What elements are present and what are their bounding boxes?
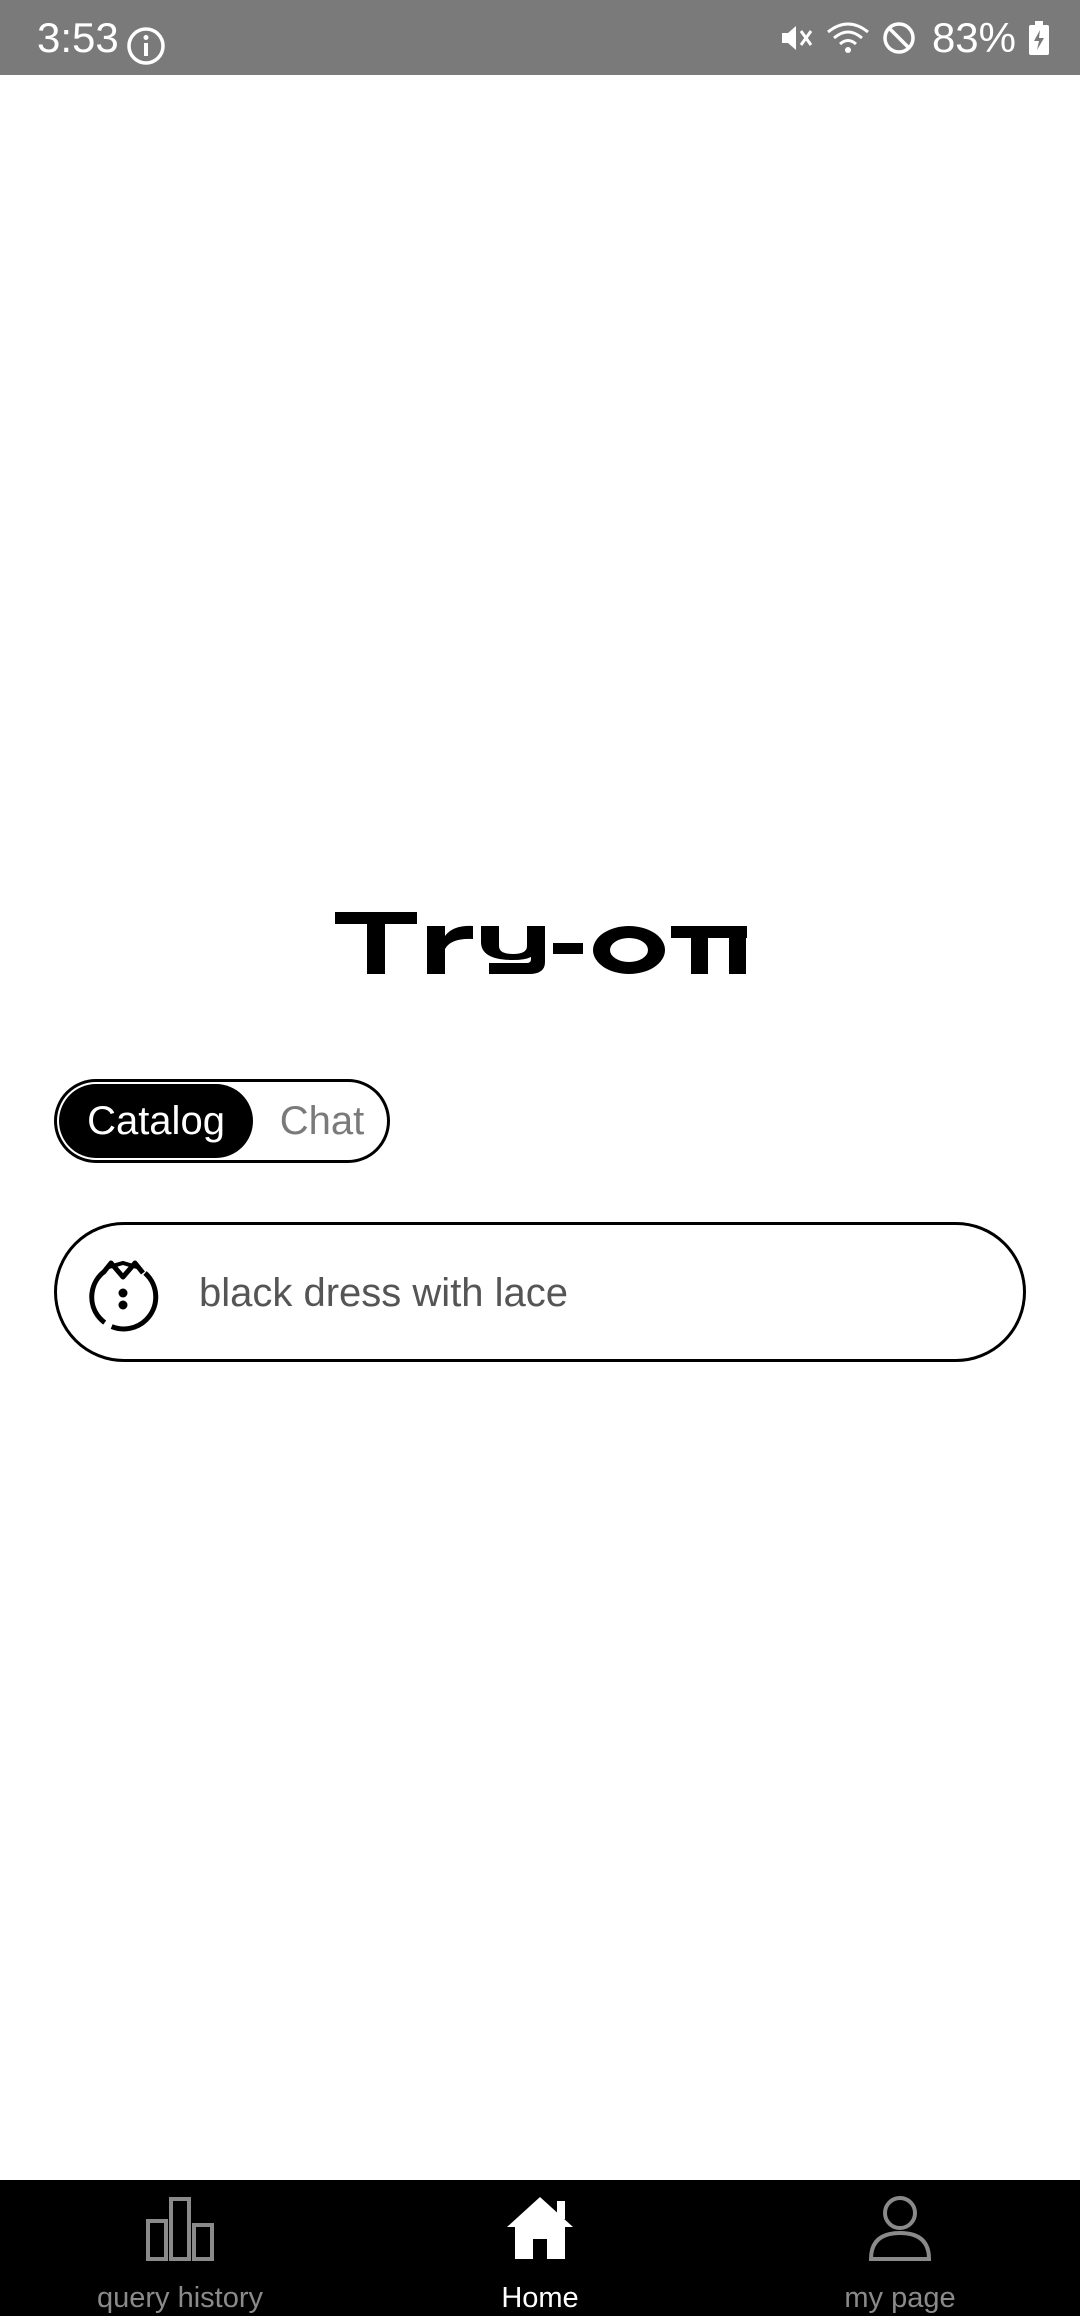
status-bar: 3:53 83% xyxy=(0,0,1080,75)
status-time: 3:53 xyxy=(37,14,119,61)
nav-label-home: Home xyxy=(501,2282,579,2314)
app-logo xyxy=(335,912,747,974)
battery-percent: 83% xyxy=(931,14,1016,61)
nav-query-history[interactable]: query history xyxy=(60,2180,300,2316)
nav-label-query-history: query history xyxy=(96,2282,263,2314)
battery-charging-icon xyxy=(1029,20,1049,55)
do-not-disturb-icon xyxy=(883,21,915,54)
status-icons: 83% xyxy=(778,0,1050,75)
tab-catalog[interactable]: Catalog xyxy=(59,1084,253,1158)
nav-label-my-page: my page xyxy=(844,2282,956,2314)
nav-home[interactable]: Home xyxy=(420,2180,660,2316)
mode-toggle: Catalog Chat xyxy=(54,1079,390,1163)
tab-chat[interactable]: Chat xyxy=(267,1084,377,1158)
shirt-icon xyxy=(89,1260,159,1332)
bar-chart-icon xyxy=(146,2197,214,2261)
search-bar[interactable] xyxy=(54,1222,1026,1362)
nav-my-page[interactable]: my page xyxy=(780,2180,1020,2316)
search-input[interactable] xyxy=(199,1255,979,1331)
vibrate-muted-icon xyxy=(781,25,813,50)
info-icon xyxy=(127,27,165,65)
home-icon xyxy=(507,2197,573,2259)
person-icon xyxy=(868,2196,932,2261)
wifi-icon xyxy=(827,22,869,53)
bottom-nav: query history Home my page xyxy=(0,2180,1080,2316)
